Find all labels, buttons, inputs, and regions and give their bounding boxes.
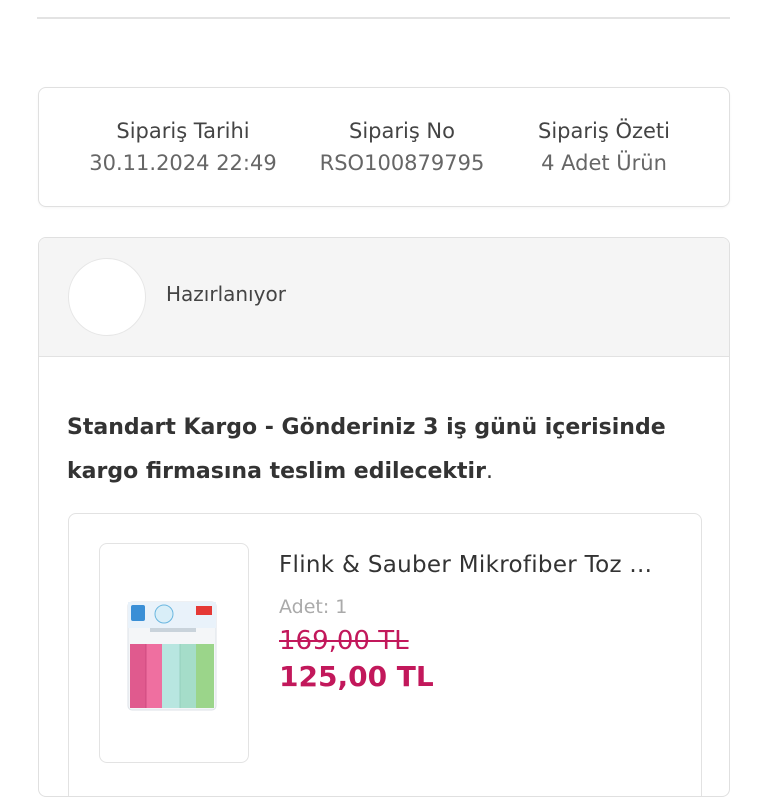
order-overview-column: Sipariş Özeti 4 Adet Ürün bbox=[489, 116, 719, 178]
shipment-card: Hazırlanıyor Standart Kargo - Gönderiniz… bbox=[38, 237, 730, 797]
shipment-status-text: Hazırlanıyor bbox=[166, 282, 286, 306]
shipping-note: Standart Kargo - Gönderiniz 3 iş günü iç… bbox=[67, 406, 707, 494]
shipping-note-period: . bbox=[485, 459, 493, 484]
order-date-column: Sipariş Tarihi 30.11.2024 22:49 bbox=[68, 116, 298, 178]
microfiber-cloth-pack-image[interactable] bbox=[99, 543, 249, 763]
shipment-status-bar: Hazırlanıyor bbox=[39, 238, 729, 357]
order-date-label: Sipariş Tarihi bbox=[116, 119, 250, 143]
order-summary-card: Sipariş Tarihi 30.11.2024 22:49 Sipariş … bbox=[38, 87, 730, 207]
order-number-label: Sipariş No bbox=[348, 119, 455, 143]
shipping-note-text: Standart Kargo - Gönderiniz 3 iş günü iç… bbox=[67, 415, 666, 484]
top-divider bbox=[37, 17, 730, 19]
product-new-price: 125,00 TL bbox=[279, 660, 434, 693]
product-old-price: 169,00 TL bbox=[279, 626, 409, 656]
product-quantity: Adet: 1 bbox=[279, 596, 348, 618]
order-overview-label: Sipariş Özeti bbox=[538, 119, 670, 143]
product-photo-icon bbox=[127, 601, 217, 711]
order-number-value: RSO100879795 bbox=[319, 151, 485, 175]
order-date-value: 30.11.2024 22:49 bbox=[89, 151, 277, 175]
product-card[interactable]: Flink & Sauber Mikrofiber Toz ... Adet: … bbox=[68, 513, 702, 796]
order-overview-value: 4 Adet Ürün bbox=[541, 151, 667, 175]
status-icon bbox=[68, 258, 146, 336]
product-name[interactable]: Flink & Sauber Mikrofiber Toz ... bbox=[279, 552, 679, 578]
order-number-column: Sipariş No RSO100879795 bbox=[287, 116, 517, 178]
